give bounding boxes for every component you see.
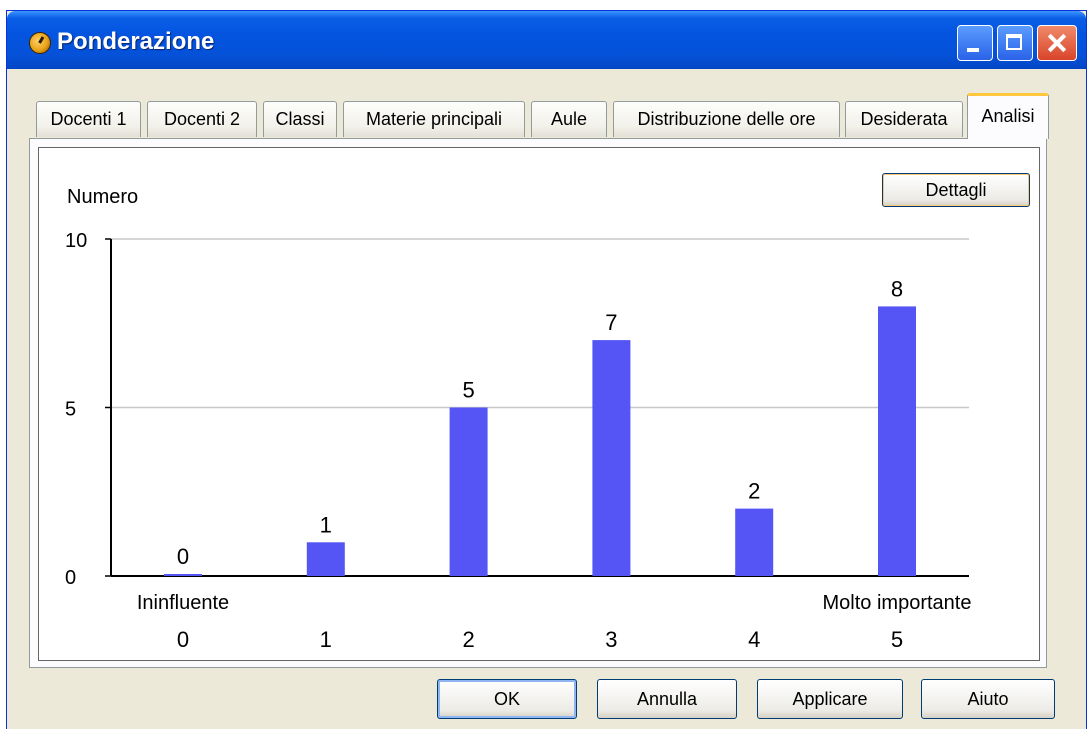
bar-3 [592,340,631,576]
y-tick-label-5: 5 [65,399,76,421]
x-tick-label-0: 0 [177,627,189,652]
help-button[interactable]: Aiuto [921,679,1055,719]
data-label-3: 7 [605,310,617,335]
bar-0 [164,574,202,576]
tab-aule[interactable]: Aule [531,101,607,137]
bar-chart: 0 5 10 0 0 1 1 5 2 7 3 2 4 8 5 Ininfluente Molto importa… [65,230,972,652]
data-label-5: 8 [891,276,903,301]
data-label-0: 0 [177,544,189,569]
bar-5 [878,306,916,576]
y-tick-label-0: 0 [65,567,76,589]
tab-distribuzione-delle-ore[interactable]: Distribuzione delle ore [613,101,840,137]
chart-area: Numero Dettagli 0 5 10 0 0 1 1 5 2 7 3 2 4 8 5 Ininflue… [38,147,1040,661]
y-tick-label-10: 10 [65,230,87,252]
ok-button[interactable]: OK [437,679,577,719]
title-bar[interactable]: Ponderazione [7,11,1086,69]
bar-4 [735,508,774,576]
data-label-1: 1 [320,512,332,537]
x-tick-label-3: 3 [605,627,617,652]
cancel-button[interactable]: Annulla [597,679,737,719]
tab-desiderata[interactable]: Desiderata [845,101,963,137]
tab-docenti-1[interactable]: Docenti 1 [36,101,141,137]
x-end-label-left: Ininfluente [137,592,229,614]
ponderazione-dialog: Ponderazione Docenti 1 Docenti 2 Classi … [6,10,1087,729]
x-tick-label-1: 1 [320,627,332,652]
apply-button[interactable]: Applicare [757,679,903,719]
close-button[interactable] [1037,25,1077,61]
minimize-button[interactable] [957,25,993,61]
bar-1 [306,542,345,576]
tab-strip: Docenti 1 Docenti 2 Classi Materie princ… [7,91,1086,139]
data-label-4: 2 [748,479,760,504]
x-end-label-right: Molto importante [823,592,972,614]
x-tick-label-4: 4 [748,627,760,652]
maximize-button[interactable] [997,25,1033,61]
x-tick-label-2: 2 [462,627,474,652]
clock-icon [29,32,51,54]
tab-materie-principali[interactable]: Materie principali [343,101,525,137]
x-tick-label-5: 5 [891,627,903,652]
data-label-2: 5 [462,378,474,403]
analisi-panel: Numero Dettagli 0 5 10 0 0 1 1 5 2 7 3 2 4 8 5 Ininflue… [29,138,1047,668]
window-title: Ponderazione [57,28,215,55]
bar-2 [449,407,488,576]
tab-analisi[interactable]: Analisi [967,93,1049,139]
tab-docenti-2[interactable]: Docenti 2 [147,101,257,137]
tab-classi[interactable]: Classi [263,101,337,137]
